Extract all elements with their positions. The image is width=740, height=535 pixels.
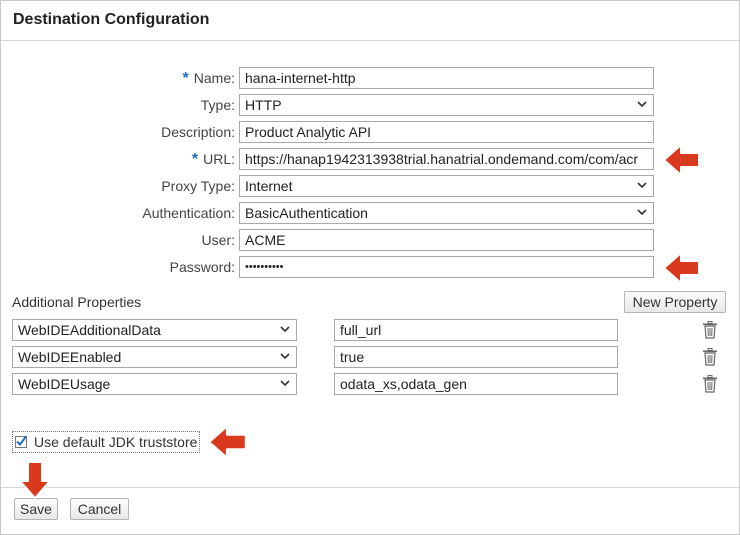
save-button[interactable]: Save — [14, 498, 58, 520]
chevron-down-icon — [637, 101, 647, 108]
password-field[interactable]: •••••••••• — [239, 256, 654, 278]
password-label-row: Password: — [1, 256, 235, 278]
property-key-select[interactable]: WebIDEEnabled — [12, 346, 297, 368]
chevron-down-icon — [280, 380, 290, 387]
required-marker: * — [191, 151, 199, 168]
type-label-row: Type: — [1, 94, 235, 116]
property-key-value: WebIDEEnabled — [18, 349, 122, 365]
proxy-type-label: Proxy Type: — [161, 178, 235, 194]
property-value-field[interactable]: odata_xs,odata_gen — [334, 373, 618, 395]
arrow-left-icon — [663, 252, 700, 284]
user-label-row: User: — [1, 229, 235, 251]
authentication-label: Authentication: — [142, 205, 235, 221]
type-select[interactable]: HTTP — [239, 94, 654, 116]
description-label-row: Description: — [1, 121, 235, 143]
checkmark-icon — [16, 435, 27, 447]
arrow-left-icon — [208, 425, 247, 459]
arrow-down-icon — [19, 461, 51, 499]
property-key-value: WebIDEAdditionalData — [18, 322, 161, 338]
additional-properties-label: Additional Properties — [12, 294, 142, 310]
proxy-type-label-row: Proxy Type: — [1, 175, 235, 197]
url-label: * URL: — [191, 151, 235, 168]
chevron-down-icon — [280, 353, 290, 360]
property-value-field[interactable]: full_url — [334, 319, 618, 341]
name-label: * Name: — [182, 70, 235, 87]
password-label: Password: — [169, 259, 235, 275]
cancel-button[interactable]: Cancel — [70, 498, 129, 520]
url-field[interactable]: https://hanap1942313938trial.hanatrial.o… — [239, 148, 654, 170]
name-field[interactable]: hana-internet-http — [239, 67, 654, 89]
chevron-down-icon — [280, 326, 290, 333]
trash-icon[interactable] — [702, 375, 718, 393]
dialog-header: Destination Configuration — [1, 1, 739, 41]
required-marker: * — [182, 70, 189, 87]
authentication-label-row: Authentication: — [1, 202, 235, 224]
property-key-value: WebIDEUsage — [18, 376, 111, 392]
trash-icon[interactable] — [702, 348, 718, 366]
truststore-label: Use default JDK truststore — [34, 434, 198, 450]
property-key-select[interactable]: WebIDEAdditionalData — [12, 319, 297, 341]
type-select-value: HTTP — [245, 97, 282, 113]
url-label-row: * URL: — [1, 148, 235, 170]
chevron-down-icon — [637, 182, 647, 189]
proxy-type-value: Internet — [245, 178, 293, 194]
property-value-field[interactable]: true — [334, 346, 618, 368]
footer-divider — [1, 487, 739, 488]
user-label: User: — [201, 232, 235, 248]
truststore-checkbox[interactable] — [15, 435, 27, 448]
property-key-select[interactable]: WebIDEUsage — [12, 373, 297, 395]
description-field[interactable]: Product Analytic API — [239, 121, 654, 143]
name-label-row: * Name: — [1, 67, 235, 89]
destination-config-dialog: Destination Configuration * Name: hana-in… — [0, 0, 740, 535]
new-property-button[interactable]: New Property — [624, 291, 726, 313]
user-field[interactable]: ACME — [239, 229, 654, 251]
trash-icon[interactable] — [702, 321, 718, 339]
proxy-type-select[interactable]: Internet — [239, 175, 654, 197]
truststore-checkbox-row[interactable]: Use default JDK truststore — [12, 431, 200, 453]
dialog-title: Destination Configuration — [13, 11, 210, 28]
authentication-select[interactable]: BasicAuthentication — [239, 202, 654, 224]
chevron-down-icon — [637, 209, 647, 216]
type-label: Type: — [200, 97, 235, 113]
arrow-left-icon — [663, 144, 700, 176]
authentication-value: BasicAuthentication — [245, 205, 368, 221]
description-label: Description: — [161, 124, 235, 140]
